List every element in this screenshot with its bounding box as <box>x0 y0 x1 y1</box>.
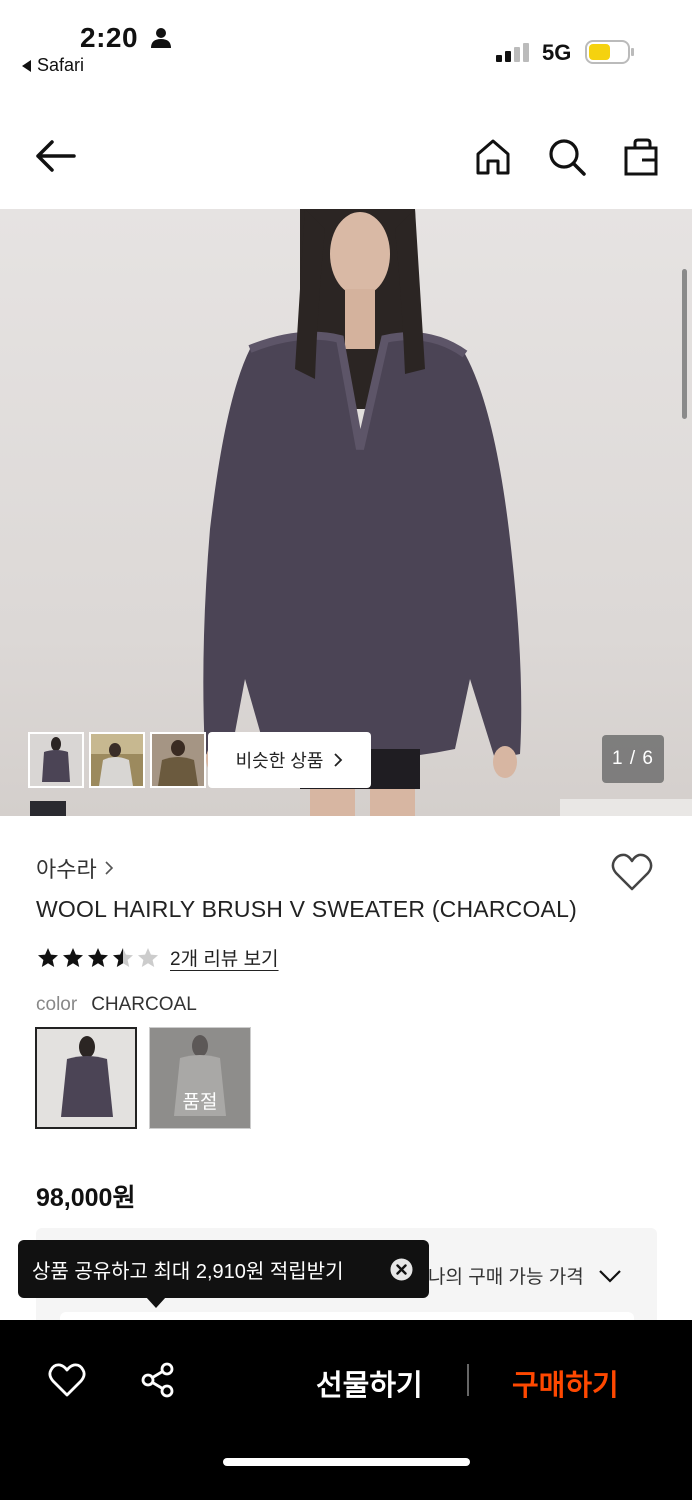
back-triangle-icon <box>22 59 31 72</box>
thumbnail-strip <box>28 732 206 788</box>
scroll-indicator <box>682 269 687 419</box>
tooltip-text: 상품 공유하고 최대 2,910원 적립받기 <box>32 1260 344 1283</box>
product-image-gallery[interactable]: 비슷한 상품 1 / 6 <box>0 209 692 816</box>
thumbnail-2-image <box>91 734 143 786</box>
brand-link[interactable]: 아수라 <box>36 852 114 884</box>
wishlist-heart-icon[interactable] <box>610 851 654 893</box>
signal-icon <box>496 43 529 62</box>
sold-out-label: 품절 <box>182 1092 218 1113</box>
close-icon[interactable] <box>390 1258 413 1281</box>
rating-row: 2개 리뷰 보기 <box>36 944 279 971</box>
button-divider <box>467 1364 469 1396</box>
color-value: CHARCOAL <box>91 994 197 1015</box>
chevron-down-icon <box>598 1269 621 1283</box>
star-full-icon <box>38 947 58 967</box>
color-label: color <box>36 994 78 1015</box>
bottom-action-bar: 선물하기 구매하기 <box>0 1320 692 1500</box>
buy-button[interactable]: 구매하기 <box>512 1362 619 1404</box>
share-icon[interactable] <box>140 1362 176 1398</box>
review-link[interactable]: 2개 리뷰 보기 <box>170 944 279 971</box>
network-label: 5G <box>542 40 572 65</box>
thumbnail-1-image <box>42 737 70 782</box>
star-half-icon <box>113 947 133 967</box>
thumbnail-3-image <box>152 734 204 786</box>
arrow-left-icon[interactable] <box>32 136 78 176</box>
search-icon[interactable] <box>546 136 588 178</box>
star-full-icon <box>63 947 83 967</box>
person-icon <box>151 28 171 48</box>
page-indicator: 1 / 6 <box>602 735 664 783</box>
star-rating <box>36 946 160 970</box>
status-time: 2:20 <box>80 22 139 53</box>
swatch-charcoal-image <box>61 1036 113 1117</box>
similar-products-label: 비슷한 상품 <box>235 751 324 771</box>
back-app-label: Safari <box>37 55 85 75</box>
brand-name: 아수라 <box>36 857 97 882</box>
product-name: WOOL HAIRLY BRUSH V SWEATER (CHARCOAL) <box>36 896 577 922</box>
thumbnail-4[interactable] <box>30 801 66 816</box>
my-price-toggle[interactable]: 나의 구매 가능 가격 <box>428 1262 622 1289</box>
swatch-sold-out[interactable]: 품절 <box>149 1027 251 1129</box>
status-bar: 2:20 Safari 5G <box>0 0 692 90</box>
back-to-safari[interactable]: Safari <box>22 55 84 76</box>
battery-icon <box>585 40 634 64</box>
thumbnail-3[interactable] <box>150 732 206 788</box>
chevron-right-icon <box>105 861 113 875</box>
home-indicator <box>223 1458 470 1466</box>
thumbnail-2[interactable] <box>89 732 145 788</box>
tooltip-arrow <box>146 1297 166 1308</box>
home-icon[interactable] <box>472 136 514 178</box>
chevron-right-icon <box>334 753 343 767</box>
similar-products-button[interactable]: 비슷한 상품 <box>208 732 371 788</box>
color-row: color CHARCOAL <box>36 994 197 1016</box>
star-full-icon <box>88 947 108 967</box>
shopping-bag-icon[interactable] <box>620 136 662 178</box>
product-photo <box>203 209 692 816</box>
product-price: 98,000원 <box>36 1184 136 1212</box>
share-reward-tooltip: 상품 공유하고 최대 2,910원 적립받기 <box>18 1240 429 1298</box>
thumbnail-1[interactable] <box>28 732 84 788</box>
swatch-charcoal[interactable] <box>35 1027 137 1129</box>
gift-button[interactable]: 선물하기 <box>316 1362 423 1404</box>
my-price-label: 나의 구매 가능 가격 <box>428 1267 584 1288</box>
star-empty-icon <box>138 947 158 967</box>
color-swatches: 품절 <box>35 1027 251 1129</box>
heart-icon[interactable] <box>48 1362 86 1398</box>
top-nav <box>0 120 692 195</box>
